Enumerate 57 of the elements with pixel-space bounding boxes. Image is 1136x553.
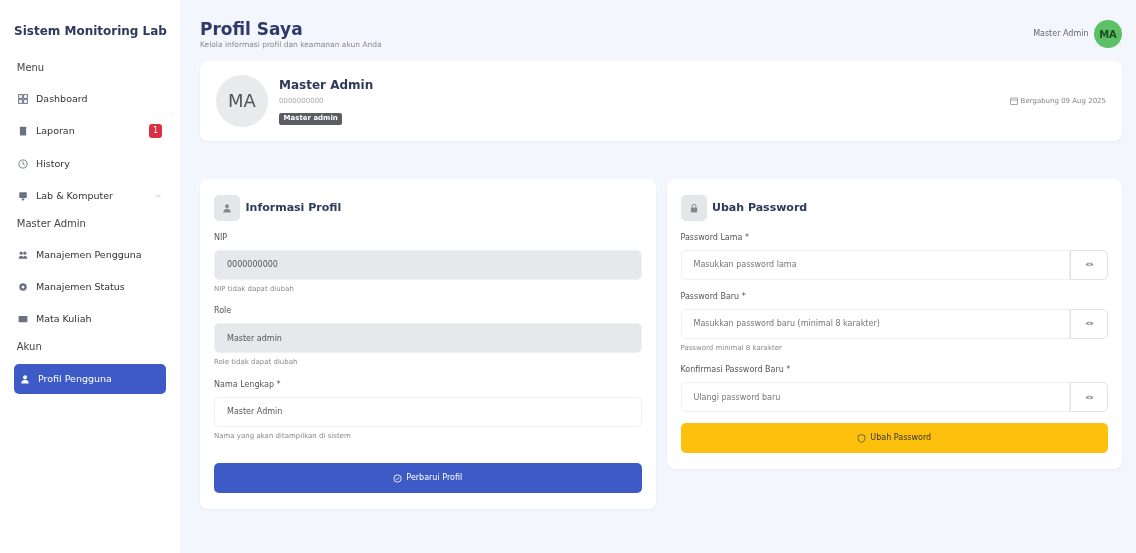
update-profile-button[interactable]: Perbarui Profil xyxy=(214,463,642,494)
show-password-button[interactable] xyxy=(1070,308,1108,339)
card-title: Ubah Password xyxy=(712,199,808,216)
app-title: Sistem Monitoring Lab xyxy=(14,23,166,40)
sidebar-item[interactable]: Manajemen Pengguna xyxy=(14,240,166,269)
count-badge: 1 xyxy=(148,124,162,139)
sidebar-item[interactable]: Manajemen Status xyxy=(14,272,166,301)
gear-icon xyxy=(18,281,28,292)
item-label: Profil Pengguna xyxy=(38,371,112,386)
section-heading: Master Admin xyxy=(15,216,87,231)
grid-icon xyxy=(18,94,28,105)
show-password-button[interactable] xyxy=(1070,382,1108,413)
item-label: Manajemen Pengguna xyxy=(36,247,142,262)
item-label: Manajemen Status xyxy=(36,279,125,294)
sidebar-item[interactable]: Lab & Komputer xyxy=(14,181,166,210)
item-label: Laporan xyxy=(36,124,75,139)
computer-icon xyxy=(18,190,28,201)
field-label: Role xyxy=(214,305,233,318)
users-icon xyxy=(18,249,28,260)
field-label: Konfirmasi Password Baru * xyxy=(680,364,792,377)
input-field[interactable]: Master Admin xyxy=(214,396,642,427)
calendar-icon xyxy=(1009,96,1018,105)
user-icon xyxy=(20,373,30,384)
user-icon xyxy=(214,194,240,221)
clock-icon xyxy=(18,158,28,169)
sidebar-item[interactable]: History xyxy=(14,149,166,178)
profile-name: Master Admin xyxy=(279,76,375,94)
field-label: Nama Lengkap * xyxy=(214,378,282,391)
sidebar-item[interactable]: Dashboard xyxy=(14,85,166,114)
user-name: Master Admin xyxy=(1033,28,1089,40)
user-avatar[interactable]: MA xyxy=(1094,20,1122,48)
sidebar-item[interactable]: Mata Kuliah xyxy=(14,305,166,334)
section-heading: Akun xyxy=(15,339,43,354)
check-circle-icon xyxy=(393,473,403,483)
card-title: Informasi Profil xyxy=(245,199,342,216)
password-field[interactable]: Masukkan password lama xyxy=(680,249,1070,280)
sidebar-item[interactable]: Laporan 1 xyxy=(14,117,166,146)
shield-icon xyxy=(857,433,867,443)
lock-icon xyxy=(680,194,707,221)
input-field: Master admin xyxy=(214,323,642,354)
page-title: Profil Saya xyxy=(200,20,304,39)
item-label: History xyxy=(36,156,70,171)
field-label: Password Baru * xyxy=(680,290,747,303)
field-label: Password Lama * xyxy=(680,231,750,244)
change-password-button[interactable]: Ubah Password xyxy=(680,423,1108,454)
document-icon xyxy=(18,126,28,137)
input-field: 0000000000 xyxy=(214,249,642,280)
field-label: NIP xyxy=(214,231,229,244)
item-label: Mata Kuliah xyxy=(36,312,92,326)
sidebar-item[interactable]: Profil Pengguna xyxy=(14,363,166,394)
section-heading: Menu xyxy=(15,61,46,75)
show-password-button[interactable] xyxy=(1070,249,1108,280)
item-label: Dashboard xyxy=(36,92,88,106)
password-field[interactable]: Masukkan password baru (minimal 8 karakter) xyxy=(680,308,1070,339)
profile-avatar: MA xyxy=(216,74,268,127)
password-field[interactable]: Ulangi password baru xyxy=(680,382,1070,413)
item-label: Lab & Komputer xyxy=(36,188,113,203)
